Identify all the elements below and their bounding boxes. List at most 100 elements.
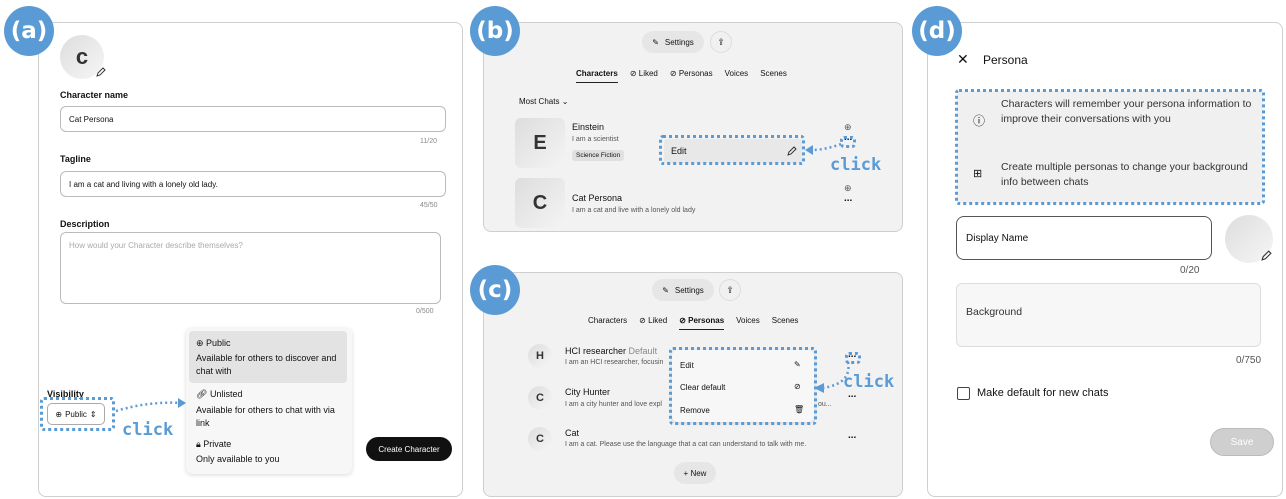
- persona-avatar-city: C: [528, 386, 552, 410]
- hci-name: HCI researcher: [565, 346, 627, 356]
- create-character-button[interactable]: Create Character: [366, 437, 452, 461]
- option-public-desc: Available for others to discover and cha…: [196, 353, 337, 376]
- cat-more-button[interactable]: ...: [848, 430, 856, 441]
- cat-persona-avatar: C: [515, 178, 565, 228]
- tab-voices[interactable]: Voices: [725, 69, 749, 83]
- tab-scenes[interactable]: Scenes: [760, 69, 787, 83]
- tab-personas[interactable]: ⊘ Personas: [670, 69, 713, 83]
- tab-liked-label: Liked: [638, 69, 658, 78]
- add-person-icon: ⊞: [973, 168, 983, 180]
- settings-button[interactable]: ✎ Settings: [642, 31, 704, 53]
- tagline-count: 45/50: [420, 202, 438, 209]
- display-count: 0/20: [1180, 265, 1200, 276]
- tab-liked[interactable]: ⊘ Liked: [630, 69, 658, 83]
- badge-b: (b): [470, 6, 520, 56]
- display-name-label: Display Name: [966, 233, 1029, 244]
- pencil-icon[interactable]: [96, 67, 106, 77]
- avatar-letter: c: [75, 44, 89, 69]
- badge-a: (a): [4, 6, 54, 56]
- persona-name-cat[interactable]: Cat: [565, 428, 579, 438]
- click-label-b: click: [830, 155, 882, 175]
- checkbox-label: Make default for new chats: [977, 387, 1109, 399]
- letter-city: C: [536, 392, 544, 404]
- description-placeholder: How would your Character describe themse…: [69, 241, 243, 250]
- persona-name-hci[interactable]: HCI researcher Default: [565, 346, 657, 356]
- highlight-edit: [659, 135, 805, 165]
- letter-h: H: [536, 350, 544, 362]
- cat-persona-letter: C: [532, 191, 548, 214]
- display-name-input[interactable]: Display Name: [956, 216, 1212, 260]
- tab-characters[interactable]: Characters: [576, 69, 618, 83]
- option-unlisted-title[interactable]: 🔗︎ Unlisted: [196, 389, 242, 400]
- tab-voices-c[interactable]: Voices: [736, 316, 760, 330]
- pencil-icon[interactable]: [1261, 250, 1272, 261]
- share-icon: ⇪: [717, 36, 725, 47]
- persona-desc-city-tail: ou...: [818, 401, 832, 408]
- name-label: Character name: [60, 90, 129, 100]
- tab-scenes-c[interactable]: Scenes: [772, 316, 799, 330]
- tagline-label: Tagline: [60, 154, 91, 164]
- description-input[interactable]: How would your Character describe themse…: [60, 232, 441, 304]
- name-value: Cat Persona: [69, 115, 114, 124]
- tab-characters-c[interactable]: Characters: [588, 316, 627, 330]
- persona-name-city[interactable]: City Hunter: [565, 387, 610, 397]
- character-name-input[interactable]: Cat Persona: [60, 106, 446, 132]
- sort-dropdown[interactable]: Most Chats ⌄: [519, 97, 568, 106]
- tab-liked-c[interactable]: ⊘ Liked: [639, 316, 667, 330]
- cat-persona-more-button[interactable]: ...: [844, 193, 852, 204]
- public-title: Public: [206, 338, 231, 348]
- sort-label: Most Chats: [519, 97, 560, 106]
- background-label: Background: [966, 306, 1023, 318]
- new-persona-button[interactable]: + New: [674, 462, 716, 484]
- persona-desc-city: I am a city hunter and love expl: [565, 401, 662, 408]
- share-button[interactable]: ⇪: [710, 31, 732, 53]
- share-button-c[interactable]: ⇪: [719, 279, 741, 301]
- einstein-avatar: E: [515, 118, 565, 168]
- persona-desc-hci: I am an HCI researcher, focusin: [565, 359, 664, 366]
- private-title: Private: [203, 439, 232, 449]
- option-private-desc: Only available to you: [196, 454, 280, 464]
- einstein-letter: E: [533, 131, 547, 154]
- tab-personas-label-c: Personas: [688, 316, 725, 325]
- einstein-tag: Science Fiction: [572, 150, 625, 161]
- save-button[interactable]: Save: [1210, 428, 1274, 456]
- chevron-down-icon: ⌄: [561, 97, 569, 106]
- cat-persona-desc: I am a cat and live with a lonely old la…: [572, 207, 696, 214]
- einstein-desc: I am a scientist: [572, 136, 619, 143]
- settings-label-c: Settings: [674, 285, 704, 295]
- info-text-2: Create multiple personas to change your …: [1001, 161, 1248, 188]
- background-input[interactable]: Background: [956, 283, 1261, 347]
- default-checkbox[interactable]: [957, 387, 970, 400]
- tab-personas-label: Personas: [678, 69, 713, 78]
- letter-cat: C: [536, 433, 544, 445]
- tab-personas-c[interactable]: ⊘ Personas: [679, 316, 725, 330]
- globe-icon: ⊕: [196, 338, 207, 348]
- background-count: 0/750: [1236, 355, 1262, 366]
- tabs-c: Characters ⊘ Liked ⊘ Personas Voices Sce…: [588, 316, 798, 330]
- einstein-name[interactable]: Einstein: [572, 122, 604, 132]
- option-private-title[interactable]: 🔒︎ Private: [196, 439, 231, 450]
- close-icon[interactable]: ✕: [957, 51, 969, 68]
- option-public-title: ⊕ Public: [196, 338, 231, 349]
- badge-c: (c): [470, 265, 520, 315]
- tab-liked-label-c: Liked: [648, 316, 668, 325]
- persona-avatar-h: H: [528, 344, 552, 368]
- cat-persona-name[interactable]: Cat Persona: [572, 193, 622, 203]
- arrow-icon: [805, 142, 842, 155]
- tabs-b: Characters ⊘ Liked ⊘ Personas Voices Sce…: [576, 69, 787, 83]
- unlisted-title: Unlisted: [209, 389, 243, 399]
- persona-avatar-cat: C: [528, 427, 552, 451]
- tagline-value: I am a cat and living with a lonely old …: [69, 180, 218, 189]
- highlight-visibility: [40, 397, 115, 431]
- settings-button-c[interactable]: ✎ Settings: [652, 279, 714, 301]
- link-icon: 🔗︎: [196, 389, 210, 399]
- description-count: 0/500: [416, 308, 434, 315]
- click-label-a: click: [122, 420, 174, 440]
- persona-desc-cat: I am a cat. Please use the language that…: [565, 441, 807, 448]
- description-label: Description: [60, 219, 110, 229]
- tagline-input[interactable]: I am a cat and living with a lonely old …: [60, 171, 446, 197]
- highlight-menu-c: [669, 347, 817, 425]
- share-icon: ⇪: [726, 284, 734, 295]
- settings-label: Settings: [664, 37, 694, 47]
- pencil-icon: ✎: [662, 285, 669, 295]
